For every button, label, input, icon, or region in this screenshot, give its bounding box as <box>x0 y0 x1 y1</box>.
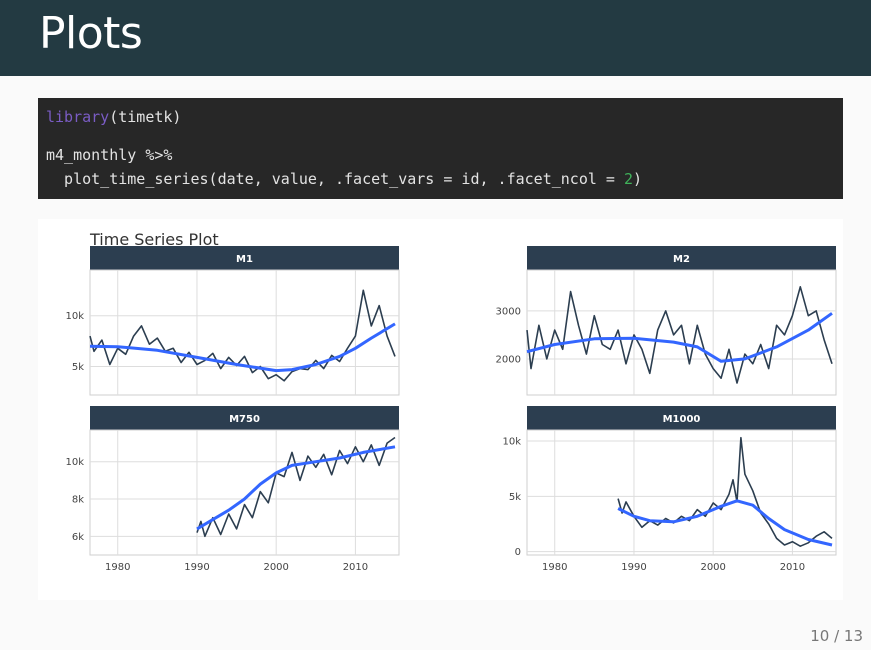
facet-m750: M750 1980 1990 2000 2010 6k 8k 10k <box>65 406 400 573</box>
y-tick-label: 10k <box>65 311 84 322</box>
code-library-fn: library <box>46 108 110 126</box>
y-tick-label: 10k <box>65 457 84 468</box>
x-tick-label: 2010 <box>343 562 368 573</box>
plot-panel: Time Series Plot M1 5k 10k M2 2000 3000 M750 198… <box>38 219 843 600</box>
y-tick-label: 8k <box>72 495 84 506</box>
page-number: 10 / 13 <box>810 627 863 645</box>
x-tick-label: 1980 <box>105 562 130 573</box>
y-tick-label: 2000 <box>496 354 521 365</box>
facet-label: M1 <box>236 254 253 265</box>
x-tick-label: 1990 <box>621 562 646 573</box>
plot-area <box>526 269 837 396</box>
y-tick-label: 5k <box>509 492 521 503</box>
facet-m2: M2 2000 3000 <box>496 246 837 396</box>
y-tick-label: 6k <box>72 532 84 543</box>
x-tick-label: 2000 <box>263 562 288 573</box>
code-number: 2 <box>623 170 633 188</box>
x-tick-label: 2000 <box>700 562 725 573</box>
facet-m1: M1 5k 10k <box>65 246 400 396</box>
x-tick-label: 2010 <box>780 562 805 573</box>
code-library-arg: (timetk) <box>109 108 182 126</box>
code-line-1: library(timetk) <box>46 107 835 131</box>
slide-header: Plots <box>0 0 871 76</box>
code-line-3: plot_time_series(date, value, .facet_var… <box>46 169 835 193</box>
code-close-paren: ) <box>633 170 643 188</box>
facet-m1000: M1000 1980 1990 2000 2010 0 5k 10k <box>502 406 837 573</box>
y-tick-label: 3000 <box>496 306 521 317</box>
plot-area <box>526 429 837 556</box>
y-tick-label: 10k <box>502 437 521 448</box>
facet-label: M2 <box>673 254 690 265</box>
x-tick-label: 1980 <box>542 562 567 573</box>
y-tick-label: 0 <box>515 547 521 558</box>
code-call: plot_time_series(date, value, .facet_var… <box>46 170 624 188</box>
facet-label: M750 <box>229 414 260 425</box>
facet-label: M1000 <box>663 414 701 425</box>
code-line-2: m4_monthly %>% <box>46 146 173 164</box>
code-block: library(timetk) m4_monthly %>% plot_time… <box>38 98 843 199</box>
y-tick-label: 5k <box>72 362 84 373</box>
slide-title: Plots <box>39 8 143 59</box>
x-tick-label: 1990 <box>184 562 209 573</box>
time-series-plot: Time Series PlotM15k10kM220003000M750198… <box>65 230 837 573</box>
